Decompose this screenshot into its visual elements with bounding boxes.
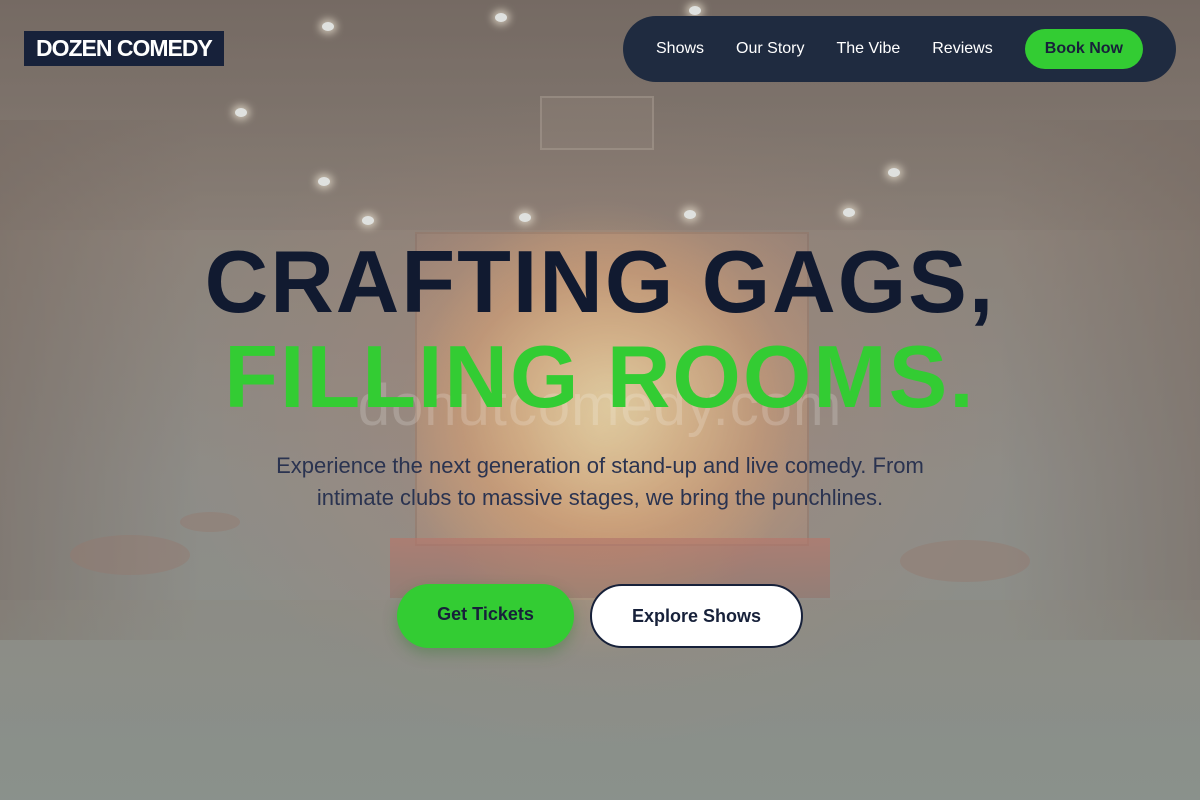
nav-item-shows[interactable]: Shows <box>656 40 704 58</box>
hero-headline-line1: CRAFTING GAGS, <box>204 232 996 331</box>
nav-item-reviews[interactable]: Reviews <box>932 40 992 58</box>
main-navigation: Shows Our Story The Vibe Reviews Book No… <box>623 16 1176 82</box>
site-logo[interactable]: DOZEN COMEDY <box>24 31 224 66</box>
get-tickets-button[interactable]: Get Tickets <box>397 584 574 648</box>
hero-section: donutcomedy.com DOZEN COMEDY Shows Our S… <box>0 0 1200 800</box>
explore-shows-button[interactable]: Explore Shows <box>590 584 803 648</box>
hero-subtitle: Experience the next generation of stand-… <box>276 453 924 510</box>
book-now-button[interactable]: Book Now <box>1024 29 1143 69</box>
nav-item-the-vibe[interactable]: The Vibe <box>837 40 901 58</box>
nav-item-our-story[interactable]: Our Story <box>736 40 804 58</box>
hero-headline-line2: FILLING ROOMS. <box>224 327 976 426</box>
